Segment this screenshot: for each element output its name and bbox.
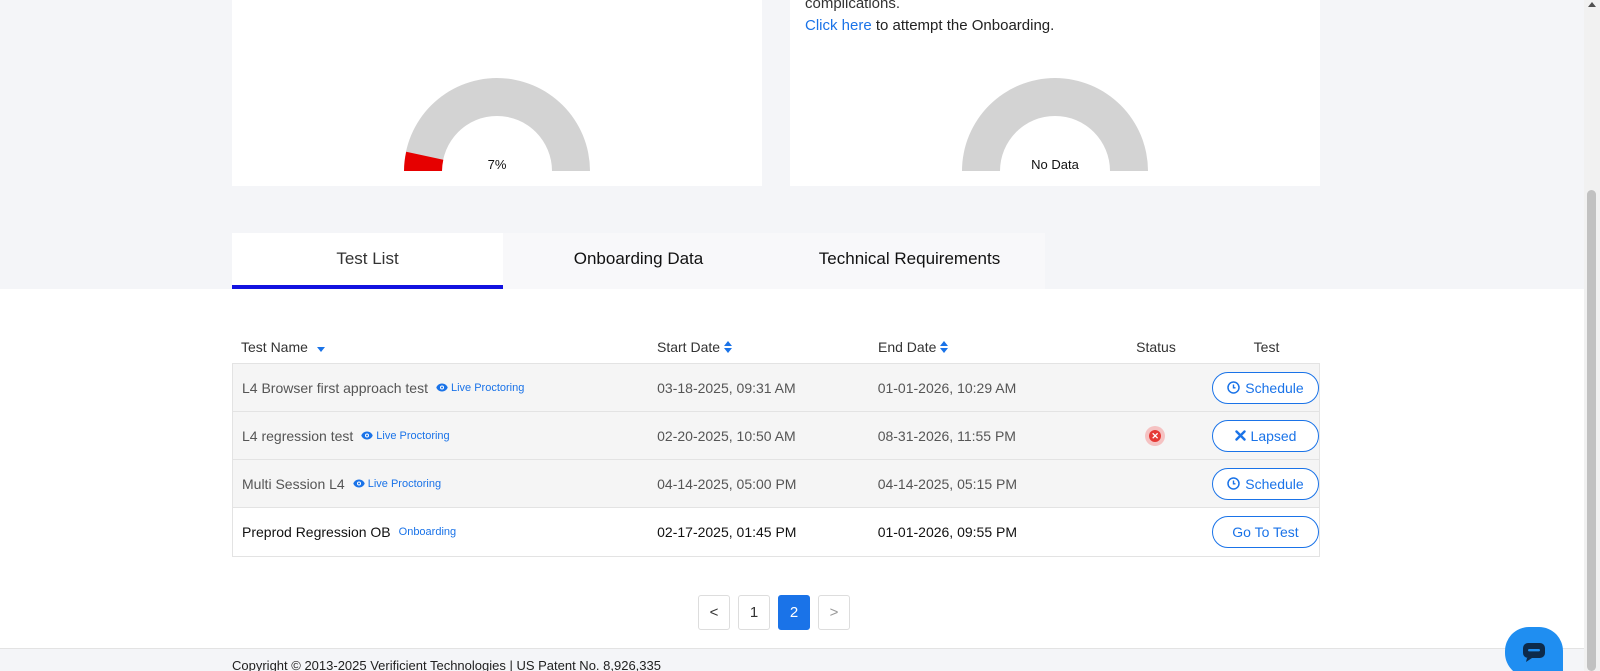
test-name: Preprod Regression OB [242,524,391,540]
onboarding-tag-label: Onboarding [398,526,457,538]
chat-button[interactable] [1505,627,1563,671]
test-action-cell: Go To Test [1212,516,1319,548]
end-date: 04-14-2025, 05:15 PM [877,475,1018,492]
test-name: L4 regression test [242,427,354,444]
tab-bar: Test List Onboarding Data Technical Requ… [232,233,1045,289]
header-test: Test [1253,338,1280,355]
proctoring-tag: Live Proctoring [361,429,450,442]
proctoring-tag: Live Proctoring [436,382,524,394]
tab-test-list[interactable]: Test List [232,233,503,289]
test-action-cell: Schedule [1212,371,1319,404]
prev-page-button[interactable]: < [698,595,730,630]
header-test-name-label: Test Name [241,338,308,355]
test-list-table: Test Name Start Date End Date Status Tes… [232,330,1320,557]
scroll-up-arrow-icon[interactable] [1588,2,1596,7]
table-row: L4 regression test Live Proctoring 02-20… [233,412,1319,460]
summary-section: 7% complications. Click here to attempt … [0,0,1584,289]
clock-icon [1227,477,1241,490]
table-body: L4 Browser first approach test Live Proc… [232,363,1320,557]
onboarding-gauge-label: No Data [1031,157,1079,172]
tab-onboarding-data[interactable]: Onboarding Data [503,233,774,289]
header-end-date[interactable]: End Date [878,339,1099,355]
test-name-cell: Multi Session L4 Live Proctoring [233,476,657,492]
chat-icon [1523,643,1545,662]
onboarding-partial-text: complications. [805,0,901,12]
go-to-test-button[interactable]: Go To Test [1212,516,1319,548]
lapsed-button[interactable]: Lapsed [1212,419,1319,452]
start-date: 02-17-2025, 01:45 PM [657,524,797,540]
vertical-scrollbar[interactable] [1584,0,1600,671]
test-name: Multi Session L4 [242,475,345,492]
onboarding-tag: Onboarding [399,526,457,538]
table-row: Preprod Regression OB Onboarding 02-17-2… [233,508,1319,556]
header-end-date-label: End Date [878,338,937,355]
end-date: 01-01-2026, 09:55 PM [877,524,1018,540]
onboarding-text-suffix: to attempt the Onboarding. [871,17,1055,34]
onboarding-text: complications. Click here to attempt the… [805,0,1055,34]
schedule-button[interactable]: Schedule [1212,467,1319,500]
test-name-cell: Preprod Regression OB Onboarding [233,524,657,540]
schedule-button-label: Schedule [1245,379,1304,396]
next-page-button[interactable]: > [818,595,850,630]
progress-gauge-label: 7% [487,157,507,172]
eye-icon [353,479,365,488]
table-row: Multi Session L4 Live Proctoring 04-14-2… [233,460,1319,508]
proctoring-tag-label: Live Proctoring [367,477,442,490]
sort-desc-icon [316,346,325,352]
start-date: 04-14-2025, 05:00 PM [657,475,797,492]
schedule-button[interactable]: Schedule [1212,371,1319,404]
pagination: < 1 2 > [698,595,850,630]
header-start-date-label: Start Date [657,338,721,355]
page-button-2[interactable]: 2 [778,595,810,630]
start-date: 03-18-2025, 09:31 AM [657,379,796,396]
clock-icon [1227,381,1241,394]
start-date: 02-20-2025, 10:50 AM [657,427,796,444]
end-date: 01-01-2026, 10:29 AM [877,379,1017,396]
test-name-cell: L4 regression test Live Proctoring [233,428,657,444]
lapsed-button-label: Lapsed [1250,427,1297,444]
test-progress-card: 7% [232,0,762,186]
eye-icon [361,431,373,440]
tab-technical-requirements[interactable]: Technical Requirements [774,233,1045,289]
table-row: L4 Browser first approach test Live Proc… [233,364,1319,412]
proctoring-tag-label: Live Proctoring [376,429,450,442]
end-date: 08-31-2026, 11:55 PM [877,427,1016,444]
header-status: Status [1136,338,1176,355]
header-test-name[interactable]: Test Name [232,339,657,355]
footer: Copyright © 2013-2025 Verificient Techno… [0,648,1584,671]
onboarding-link[interactable]: Click here [805,17,872,34]
test-action-cell: Schedule [1212,467,1319,500]
table-header: Test Name Start Date End Date Status Tes… [232,330,1320,363]
onboarding-card: complications. Click here to attempt the… [790,0,1320,186]
proctoring-tag: Live Proctoring [353,478,441,490]
status-cell: ✕ [1098,425,1212,446]
page-button-1[interactable]: 1 [738,595,770,630]
eye-icon [436,383,448,392]
test-action-cell: Lapsed [1212,419,1319,452]
test-name-cell: L4 Browser first approach test Live Proc… [233,380,657,396]
failed-status-icon: ✕ [1145,425,1166,446]
header-start-date[interactable]: Start Date [657,339,878,355]
scroll-thumb[interactable] [1587,190,1596,671]
x-icon [1234,430,1246,441]
schedule-button-label: Schedule [1245,475,1304,492]
copyright-text: Copyright © 2013-2025 Verificient Techno… [232,658,661,671]
sort-icon [724,340,733,353]
proctoring-tag-label: Live Proctoring [450,381,525,394]
test-name: L4 Browser first approach test [242,379,428,396]
sort-icon [940,340,949,353]
